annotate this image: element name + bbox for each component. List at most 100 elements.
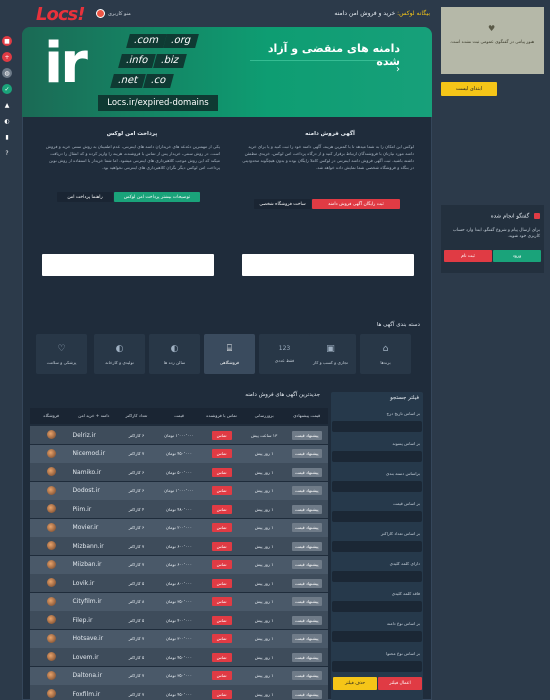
plus-icon[interactable]: + [2, 52, 12, 62]
help-icon[interactable]: ? [2, 148, 12, 158]
keyword-exclude-input[interactable] [332, 601, 422, 612]
contact-seller-button[interactable]: تماس [211, 560, 232, 569]
home-icon[interactable]: ■ [2, 36, 12, 46]
contact-seller-button[interactable]: تماس [211, 597, 232, 606]
free-listing-button[interactable]: ثبت رایگان آگهی فروش دامنه [312, 199, 400, 209]
offer-price-button[interactable]: پیشنهاد قیمت [291, 671, 322, 680]
contact-seller-button[interactable]: تماس [211, 541, 232, 551]
table-row[interactable]: پیشنهاد قیمت ۱ روز پیش تماس ۳۵۰٬۰۰۰ تومان ۸ … [30, 592, 328, 611]
date-filter-input[interactable] [332, 421, 422, 432]
domain-cell[interactable]: Lovem.ir [73, 654, 116, 661]
offer-price-button[interactable]: پیشنهاد قیمت [291, 634, 322, 643]
store-avatar[interactable] [46, 596, 56, 606]
store-avatar[interactable] [46, 559, 56, 569]
table-row[interactable]: پیشنهاد قیمت ۱ روز پیش تماس ۵۰۰٬۰۰۰ تومان ۶ … [30, 463, 328, 481]
apply-filter-button[interactable]: اعمال فیلتر [378, 677, 422, 690]
table-row[interactable]: پیشنهاد قیمت ۱ روز پیش تماس ۴۵۰٬۰۰۰ تومان ۷ … [30, 685, 328, 700]
table-row[interactable]: پیشنهاد قیمت ۱ روز پیش تماس ۶۰۰٬۰۰۰ تومان ۷ … [30, 537, 328, 555]
category-store[interactable]: ⌸ فروشگاهی [204, 334, 255, 374]
chars-filter-input[interactable] [332, 541, 422, 552]
chevron-right-icon[interactable]: › [396, 64, 400, 75]
store-avatar[interactable] [46, 448, 56, 458]
user-menu[interactable]: منو کاربری [96, 9, 131, 18]
table-row[interactable]: پیشنهاد قیمت ۱ روز پیش تماس ۴۰۰٬۰۰۰ تومان ۵ … [30, 611, 328, 629]
contact-seller-button[interactable]: تماس [211, 449, 232, 458]
table-row[interactable]: پیشنهاد قیمت ۱ روز پیش تماس ۳۵۰٬۰۰۰ تومان ۷ … [30, 666, 328, 685]
contact-seller-button[interactable]: تماس [211, 578, 232, 588]
category-brands[interactable]: ⌂ برندها [360, 334, 411, 374]
contact-seller-button[interactable]: تماس [211, 430, 232, 440]
offer-price-button[interactable]: پیشنهاد قیمت [291, 615, 322, 625]
contact-seller-button[interactable]: تماس [211, 671, 232, 680]
domain-cell[interactable]: Foxfilm.ir [73, 691, 116, 698]
keyword-include-input[interactable] [332, 571, 422, 582]
domain-cell[interactable]: Lovik.ir [73, 580, 116, 587]
offer-price-button[interactable]: پیشنهاد قیمت [291, 689, 322, 699]
globe-icon[interactable]: ◍ [2, 68, 12, 78]
table-row[interactable]: پیشنهاد قیمت ۱ روز پیش تماس ۸۰۰٬۰۰۰ تومان ۵ … [30, 574, 328, 592]
offer-price-button[interactable]: پیشنهاد قیمت [291, 597, 322, 606]
contact-seller-button[interactable]: تماس [211, 652, 232, 662]
scroll-top-button[interactable]: ابتدای لیست [441, 82, 497, 96]
table-row[interactable]: پیشنهاد قیمت ۱ روز پیش تماس ۴۸۰٬۰۰۰ تومان ۴ … [30, 500, 328, 518]
store-avatar[interactable] [46, 541, 56, 550]
store-avatar[interactable] [46, 485, 56, 495]
offer-price-button[interactable]: پیشنهاد قیمت [291, 541, 322, 551]
table-row[interactable]: پیشنهاد قیمت ۱ روز پیش تماس ۱٬۰۰۰٬۰۰۰ تومان… [30, 481, 328, 500]
domain-type-input[interactable] [332, 631, 422, 642]
offer-price-button[interactable]: پیشنهاد قیمت [291, 560, 322, 569]
domain-cell[interactable]: Daltona.ir [73, 672, 116, 679]
domain-cell[interactable]: Miizban.ir [73, 561, 116, 568]
headset-icon[interactable]: ◐ [2, 116, 12, 126]
secure-payment-more-button[interactable]: توضیحات بیشتر پرداخت امن لوکس [114, 192, 200, 202]
contact-seller-button[interactable]: تماس [211, 523, 232, 532]
category-production[interactable]: ◐ تولیدی و کارخانه [94, 334, 145, 374]
category-filter-input[interactable] [332, 481, 422, 492]
offer-price-button[interactable]: پیشنهاد قیمت [291, 523, 322, 532]
register-button[interactable]: ثبت نام [444, 250, 492, 262]
table-row[interactable]: پیشنهاد قیمت ۱ روز پیش تماس ۴۵۰٬۰۰۰ تومان ۷ … [30, 444, 328, 463]
category-business[interactable]: ▣ تجاری و کسب و کار [305, 334, 356, 374]
store-avatar[interactable] [46, 467, 56, 476]
site-logo[interactable]: Locs! [36, 4, 85, 25]
domain-cell[interactable]: Filep.ir [73, 617, 116, 624]
check-icon[interactable]: ✓ [2, 84, 12, 94]
offer-price-button[interactable]: پیشنهاد قیمت [291, 504, 322, 514]
domain-cell[interactable]: Dodost.ir [73, 487, 116, 494]
store-avatar[interactable] [46, 689, 56, 698]
domain-cell[interactable]: Namiko.ir [73, 469, 116, 476]
domain-cell[interactable]: Cityfilm.ir [73, 598, 116, 605]
contact-seller-button[interactable]: تماس [211, 689, 232, 699]
chart-icon[interactable]: ▮ [2, 132, 12, 142]
table-row[interactable]: پیشنهاد قیمت ۱۳ ساعت پیش تماس ۱٬۰۰۰٬۰۰۰ توم… [30, 426, 328, 444]
domain-cell[interactable]: Piim.ir [73, 506, 116, 513]
store-avatar[interactable] [46, 522, 56, 532]
contact-seller-button[interactable]: تماس [211, 634, 232, 643]
store-avatar[interactable] [46, 504, 56, 513]
table-row[interactable]: پیشنهاد قیمت ۱ روز پیش تماس ۶۰۰٬۰۰۰ تومان ۷ … [30, 555, 328, 574]
offer-price-button[interactable]: پیشنهاد قیمت [291, 652, 322, 662]
secure-payment-guide-button[interactable]: راهنما پرداخت امن [57, 192, 113, 202]
table-row[interactable]: پیشنهاد قیمت ۱ روز پیش تماس ۴۵۰٬۰۰۰ تومان ۵ … [30, 648, 328, 666]
domain-cell[interactable]: Nicemod.ir [73, 450, 116, 457]
personal-store-button[interactable]: ساخت فروشگاه شخصی [254, 199, 311, 209]
store-avatar[interactable] [46, 670, 56, 680]
content-type-input[interactable] [332, 661, 422, 672]
store-avatar[interactable] [46, 615, 56, 624]
offer-price-button[interactable]: پیشنهاد قیمت [291, 449, 322, 458]
offer-price-button[interactable]: پیشنهاد قیمت [291, 578, 322, 588]
price-filter-input[interactable] [332, 511, 422, 522]
category-numeric[interactable]: 123 فقط عددی [259, 334, 310, 374]
login-button[interactable]: ورود [493, 250, 541, 262]
store-avatar[interactable] [46, 578, 56, 587]
offer-price-button[interactable]: پیشنهاد قیمت [291, 467, 322, 477]
domain-cell[interactable]: Movier.ir [73, 524, 116, 531]
contact-seller-button[interactable]: تماس [211, 615, 232, 625]
store-avatar[interactable] [46, 430, 56, 439]
contact-seller-button[interactable]: تماس [211, 504, 232, 514]
graduation-icon[interactable]: ▲ [2, 100, 12, 110]
clear-filter-button[interactable]: حذف فیلتر [333, 677, 377, 690]
domain-cell[interactable]: Delriz.ir [73, 432, 116, 439]
domain-cell[interactable]: Hotsave.ir [73, 635, 116, 642]
store-avatar[interactable] [46, 633, 56, 643]
